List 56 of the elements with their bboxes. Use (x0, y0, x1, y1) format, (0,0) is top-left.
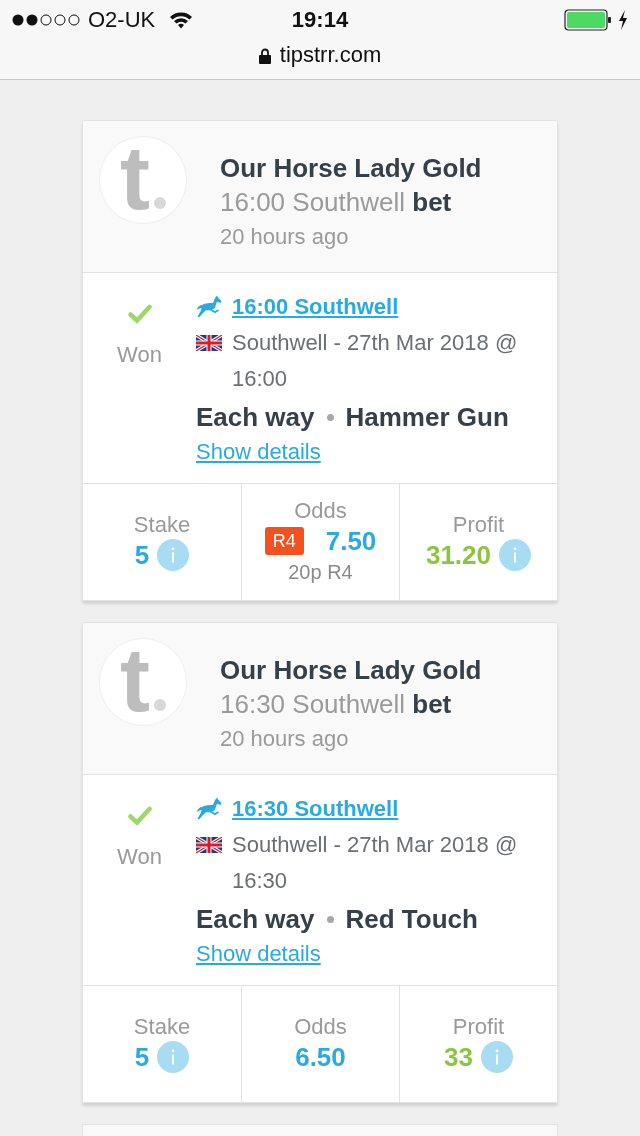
tip-subtitle: 16:00 Southwell bet (220, 186, 453, 219)
check-icon (127, 304, 152, 324)
info-icon[interactable] (157, 539, 190, 571)
meeting-details: Southwell - 27th Mar 2018 @ 16:00 (232, 329, 519, 393)
tipster-name: Our Horse Lady Gold (220, 152, 482, 185)
show-details-link[interactable]: Show details (196, 437, 321, 467)
logo-dot-icon (154, 699, 166, 711)
logo-letter: t (120, 647, 150, 713)
profit-value: 33 (444, 1041, 473, 1073)
separator-dot-icon (326, 413, 334, 421)
tip-subtitle: 16:30 Southwell bet (220, 688, 453, 721)
stake-value: 5 (134, 539, 150, 571)
uk-flag-icon (196, 837, 222, 853)
logo-dot-icon (154, 197, 166, 209)
show-details-link[interactable]: Show details (196, 939, 321, 969)
lock-icon (258, 48, 271, 64)
profit-value: 31.20 (425, 539, 492, 571)
meeting-details: Southwell - 27th Mar 2018 @ 16:30 (232, 831, 519, 895)
check-icon (127, 806, 152, 826)
race-link[interactable]: 16:30 Southwell (232, 796, 399, 822)
selection-name: Red Touch (345, 903, 478, 936)
clock-time: 19:14 (291, 7, 349, 33)
race-link[interactable]: 16:00 Southwell (232, 294, 399, 320)
result-label: Won (117, 342, 162, 368)
wifi-icon (169, 11, 194, 29)
carrier-name: O2-UK (88, 7, 156, 33)
stat-label: Stake (133, 1014, 191, 1040)
stat-label: Profit (452, 1014, 505, 1040)
rule4-note: 20p R4 (288, 560, 353, 585)
odds-value: 7.50 (325, 525, 377, 557)
horse-icon (196, 797, 222, 821)
battery-icon (564, 9, 612, 31)
uk-flag-icon (196, 335, 222, 351)
stat-label: Profit (452, 512, 505, 538)
info-icon[interactable] (480, 1041, 513, 1073)
separator-dot-icon (326, 915, 334, 923)
selection-name: Hammer Gun (345, 401, 509, 434)
rule4-badge: R4 (264, 527, 304, 555)
logo-letter: t (120, 145, 150, 211)
info-icon[interactable] (499, 539, 532, 571)
stat-label: Odds (294, 498, 347, 524)
stat-label: Odds (294, 1014, 347, 1040)
url-text[interactable]: tipstrr.com (279, 40, 382, 70)
bet-type: Each way (196, 903, 315, 936)
posted-time: 20 hours ago (220, 725, 350, 753)
bet-type: Each way (196, 401, 315, 434)
info-icon[interactable] (157, 1041, 190, 1073)
stake-value: 5 (134, 1041, 150, 1073)
charging-bolt-icon (618, 10, 628, 30)
result-label: Won (117, 844, 162, 870)
posted-time: 20 hours ago (220, 223, 350, 251)
odds-value: 6.50 (295, 1041, 346, 1073)
horse-icon (196, 295, 222, 319)
tipster-name: Our Horse Lady Gold (220, 654, 482, 687)
stat-label: Stake (133, 512, 191, 538)
signal-strength-icon (12, 14, 80, 26)
